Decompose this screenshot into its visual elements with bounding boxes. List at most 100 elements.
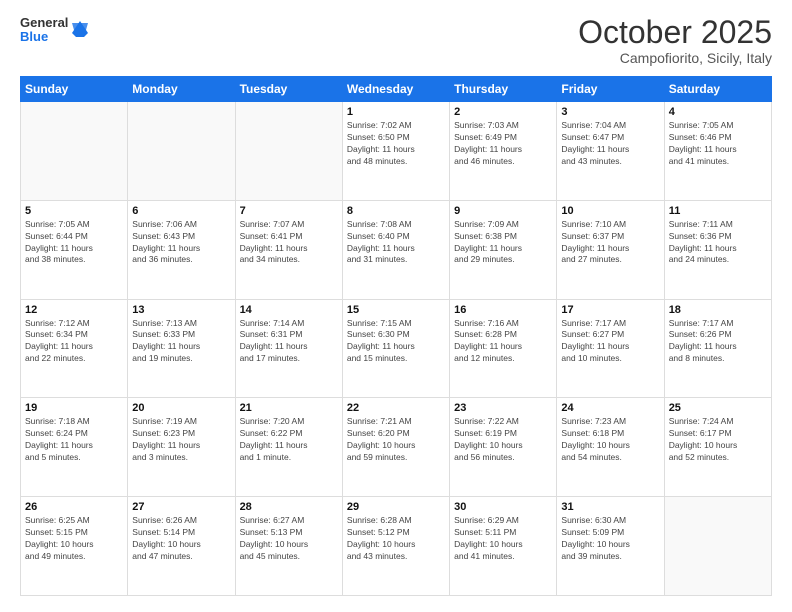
- table-row: [235, 102, 342, 201]
- day-number: 17: [561, 304, 659, 316]
- day-info: Sunrise: 7:14 AMSunset: 6:31 PMDaylight:…: [240, 318, 338, 366]
- day-info: Sunrise: 7:06 AMSunset: 6:43 PMDaylight:…: [132, 219, 230, 267]
- logo-general: General: [20, 16, 68, 30]
- table-row: 17Sunrise: 7:17 AMSunset: 6:27 PMDayligh…: [557, 299, 664, 398]
- table-row: 31 Sunrise: 6:30 AMSunset: 5:09 PMDayligh…: [557, 497, 664, 596]
- table-row: 18Sunrise: 7:17 AMSunset: 6:26 PMDayligh…: [664, 299, 771, 398]
- table-row: [21, 102, 128, 201]
- day-number: 1: [347, 106, 445, 118]
- table-row: 27 Sunrise: 6:26 AMSunset: 5:14 PMDayligh…: [128, 497, 235, 596]
- day-info: Sunrise: 7:04 AMSunset: 6:47 PMDaylight:…: [561, 120, 659, 168]
- week-row-5: 26 Sunrise: 6:25 AMSunset: 5:15 PMDayligh…: [21, 497, 772, 596]
- page: General Blue October 2025 Campofiorito, …: [0, 0, 792, 612]
- day-info: Sunrise: 6:25 AMSunset: 5:15 PMDaylight:…: [25, 515, 123, 563]
- day-number: 7: [240, 205, 338, 217]
- table-row: 16Sunrise: 7:16 AMSunset: 6:28 PMDayligh…: [450, 299, 557, 398]
- table-row: 22 Sunrise: 7:21 AMSunset: 6:20 PMDayligh…: [342, 398, 449, 497]
- day-info: Sunrise: 7:07 AMSunset: 6:41 PMDaylight:…: [240, 219, 338, 267]
- day-number: 24: [561, 402, 659, 414]
- week-row-2: 5 Sunrise: 7:05 AMSunset: 6:44 PMDaylight…: [21, 200, 772, 299]
- calendar-table: SundayMondayTuesdayWednesdayThursdayFrid…: [20, 76, 772, 596]
- weekday-sunday: Sunday: [21, 77, 128, 102]
- logo-text: General Blue: [20, 16, 68, 45]
- day-number: 25: [669, 402, 767, 414]
- table-row: 21 Sunrise: 7:20 AMSunset: 6:22 PMDayligh…: [235, 398, 342, 497]
- day-info: Sunrise: 7:18 AMSunset: 6:24 PMDaylight:…: [25, 416, 123, 464]
- table-row: 2Sunrise: 7:03 AMSunset: 6:49 PMDaylight…: [450, 102, 557, 201]
- day-info: Sunrise: 7:05 AMSunset: 6:44 PMDaylight:…: [25, 219, 123, 267]
- table-row: 8Sunrise: 7:08 AMSunset: 6:40 PMDaylight…: [342, 200, 449, 299]
- day-info: Sunrise: 7:16 AMSunset: 6:28 PMDaylight:…: [454, 318, 552, 366]
- day-info: Sunrise: 7:10 AMSunset: 6:37 PMDaylight:…: [561, 219, 659, 267]
- day-info: Sunrise: 7:12 AMSunset: 6:34 PMDaylight:…: [25, 318, 123, 366]
- day-number: 3: [561, 106, 659, 118]
- weekday-thursday: Thursday: [450, 77, 557, 102]
- day-number: 2: [454, 106, 552, 118]
- day-number: 27: [132, 501, 230, 513]
- weekday-monday: Monday: [128, 77, 235, 102]
- table-row: 15 Sunrise: 7:15 AMSunset: 6:30 PMDayligh…: [342, 299, 449, 398]
- table-row: 5 Sunrise: 7:05 AMSunset: 6:44 PMDaylight…: [21, 200, 128, 299]
- day-info: Sunrise: 6:27 AMSunset: 5:13 PMDaylight:…: [240, 515, 338, 563]
- table-row: 10 Sunrise: 7:10 AMSunset: 6:37 PMDayligh…: [557, 200, 664, 299]
- table-row: 29 Sunrise: 6:28 AMSunset: 5:12 PMDayligh…: [342, 497, 449, 596]
- day-info: Sunrise: 6:28 AMSunset: 5:12 PMDaylight:…: [347, 515, 445, 563]
- weekday-wednesday: Wednesday: [342, 77, 449, 102]
- day-number: 22: [347, 402, 445, 414]
- day-info: Sunrise: 7:05 AMSunset: 6:46 PMDaylight:…: [669, 120, 767, 168]
- day-number: 5: [25, 205, 123, 217]
- day-number: 19: [25, 402, 123, 414]
- table-row: 30Sunrise: 6:29 AMSunset: 5:11 PMDayligh…: [450, 497, 557, 596]
- table-row: 1 Sunrise: 7:02 AMSunset: 6:50 PMDaylight…: [342, 102, 449, 201]
- day-info: Sunrise: 7:19 AMSunset: 6:23 PMDaylight:…: [132, 416, 230, 464]
- day-number: 6: [132, 205, 230, 217]
- day-number: 13: [132, 304, 230, 316]
- day-number: 30: [454, 501, 552, 513]
- day-info: Sunrise: 7:09 AMSunset: 6:38 PMDaylight:…: [454, 219, 552, 267]
- table-row: 13Sunrise: 7:13 AMSunset: 6:33 PMDayligh…: [128, 299, 235, 398]
- day-info: Sunrise: 7:24 AMSunset: 6:17 PMDaylight:…: [669, 416, 767, 464]
- day-info: Sunrise: 7:23 AMSunset: 6:18 PMDaylight:…: [561, 416, 659, 464]
- day-info: Sunrise: 7:21 AMSunset: 6:20 PMDaylight:…: [347, 416, 445, 464]
- location: Campofiorito, Sicily, Italy: [578, 50, 772, 66]
- header-right: October 2025 Campofiorito, Sicily, Italy: [578, 16, 772, 66]
- day-number: 4: [669, 106, 767, 118]
- table-row: 6 Sunrise: 7:06 AMSunset: 6:43 PMDaylight…: [128, 200, 235, 299]
- table-row: 23 Sunrise: 7:22 AMSunset: 6:19 PMDayligh…: [450, 398, 557, 497]
- day-number: 9: [454, 205, 552, 217]
- day-number: 29: [347, 501, 445, 513]
- table-row: 12 Sunrise: 7:12 AMSunset: 6:34 PMDayligh…: [21, 299, 128, 398]
- table-row: [664, 497, 771, 596]
- day-number: 31: [561, 501, 659, 513]
- day-info: Sunrise: 7:15 AMSunset: 6:30 PMDaylight:…: [347, 318, 445, 366]
- table-row: 20 Sunrise: 7:19 AMSunset: 6:23 PMDayligh…: [128, 398, 235, 497]
- table-row: 26 Sunrise: 6:25 AMSunset: 5:15 PMDayligh…: [21, 497, 128, 596]
- week-row-4: 19 Sunrise: 7:18 AMSunset: 6:24 PMDayligh…: [21, 398, 772, 497]
- table-row: 9 Sunrise: 7:09 AMSunset: 6:38 PMDaylight…: [450, 200, 557, 299]
- day-info: Sunrise: 7:20 AMSunset: 6:22 PMDaylight:…: [240, 416, 338, 464]
- table-row: 24 Sunrise: 7:23 AMSunset: 6:18 PMDayligh…: [557, 398, 664, 497]
- day-number: 10: [561, 205, 659, 217]
- day-info: Sunrise: 6:30 AMSunset: 5:09 PMDaylight:…: [561, 515, 659, 563]
- day-info: Sunrise: 7:02 AMSunset: 6:50 PMDaylight:…: [347, 120, 445, 168]
- table-row: 28Sunrise: 6:27 AMSunset: 5:13 PMDayligh…: [235, 497, 342, 596]
- month-title: October 2025: [578, 16, 772, 48]
- day-number: 20: [132, 402, 230, 414]
- table-row: 25 Sunrise: 7:24 AMSunset: 6:17 PMDayligh…: [664, 398, 771, 497]
- day-number: 15: [347, 304, 445, 316]
- day-info: Sunrise: 7:22 AMSunset: 6:19 PMDaylight:…: [454, 416, 552, 464]
- logo: General Blue: [20, 16, 90, 45]
- table-row: 4 Sunrise: 7:05 AMSunset: 6:46 PMDaylight…: [664, 102, 771, 201]
- weekday-saturday: Saturday: [664, 77, 771, 102]
- day-info: Sunrise: 6:26 AMSunset: 5:14 PMDaylight:…: [132, 515, 230, 563]
- table-row: 14Sunrise: 7:14 AMSunset: 6:31 PMDayligh…: [235, 299, 342, 398]
- day-number: 23: [454, 402, 552, 414]
- table-row: 11Sunrise: 7:11 AMSunset: 6:36 PMDayligh…: [664, 200, 771, 299]
- day-number: 26: [25, 501, 123, 513]
- day-info: Sunrise: 7:08 AMSunset: 6:40 PMDaylight:…: [347, 219, 445, 267]
- header: General Blue October 2025 Campofiorito, …: [20, 16, 772, 66]
- weekday-header-row: SundayMondayTuesdayWednesdayThursdayFrid…: [21, 77, 772, 102]
- day-number: 21: [240, 402, 338, 414]
- day-number: 12: [25, 304, 123, 316]
- table-row: [128, 102, 235, 201]
